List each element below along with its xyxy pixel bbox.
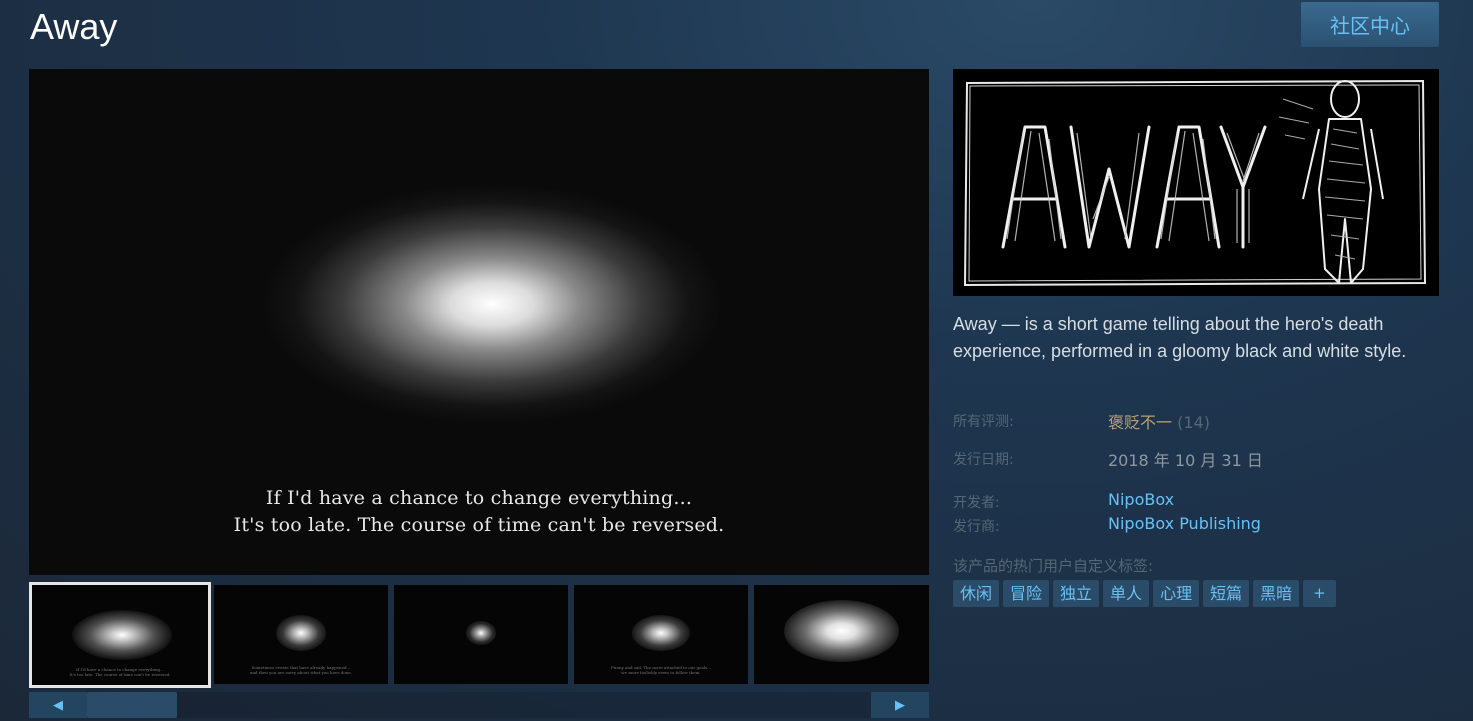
tag-dark[interactable]: 黑暗 [1253,580,1300,607]
arrow-right-icon: ▶ [895,697,905,712]
tag-psychological[interactable]: 心理 [1153,580,1200,607]
screenshot-caption: If I'd have a chance to change everythin… [29,485,929,539]
thumbnail-4[interactable]: Funny and sad. The more attached to our … [574,585,748,684]
game-capsule-image [953,69,1439,296]
scroll-left-button[interactable]: ◀ [29,692,87,718]
reviews-value[interactable]: 褒贬不一 [1108,413,1172,432]
main-screenshot[interactable]: If I'd have a chance to change everythin… [29,69,929,575]
reviews-count: (14) [1177,413,1210,432]
tag-indie[interactable]: 独立 [1053,580,1100,607]
scroll-right-button[interactable]: ▶ [871,692,929,718]
tags-title: 该产品的热门用户自定义标签: [953,557,1154,575]
thumbnail-strip: If I'd have a chance to change everythin… [29,582,929,688]
caption-line-2: It's too late. The course of time can't … [233,514,725,536]
publisher-link[interactable]: NipoBox Publishing [1108,514,1261,533]
scroll-thumb[interactable] [87,692,177,718]
community-hub-button[interactable]: 社区中心 [1301,2,1439,47]
thumbnail-2[interactable]: Sometimes events that have already happe… [214,585,388,684]
thumbnail-5[interactable] [754,585,929,684]
thumbnail-1[interactable]: If I'd have a chance to change everythin… [29,582,211,688]
game-description: Away — is a short game telling about the… [953,314,1407,361]
capsule-art [953,69,1439,296]
game-title: Away [30,6,118,47]
caption-line-1: If I'd have a chance to change everythin… [265,487,693,509]
tag-casual[interactable]: 休闲 [953,580,1000,607]
thumbnail-3[interactable] [394,585,568,684]
release-date-value: 2018 年 10 月 31 日 [1108,451,1263,470]
thumbnail-scrollbar[interactable]: ◀ ▶ [29,692,929,718]
developer-link[interactable]: NipoBox [1108,490,1174,509]
scroll-track[interactable] [87,692,871,718]
arrow-left-icon: ◀ [53,697,63,712]
developer-label: 开发者: [953,495,1000,511]
tag-short[interactable]: 短篇 [1203,580,1250,607]
tag-adventure[interactable]: 冒险 [1003,580,1050,607]
publisher-label: 发行商: [953,519,1000,535]
tag-list: 休闲 冒险 独立 单人 心理 短篇 黑暗 + [953,580,1336,607]
reviews-label: 所有评测: [953,414,1014,430]
add-tag-button[interactable]: + [1303,580,1336,607]
reviews-summary[interactable]: 褒贬不一 (14) [1108,409,1210,433]
tag-singleplayer[interactable]: 单人 [1103,580,1150,607]
release-date-label: 发行日期: [953,452,1014,468]
